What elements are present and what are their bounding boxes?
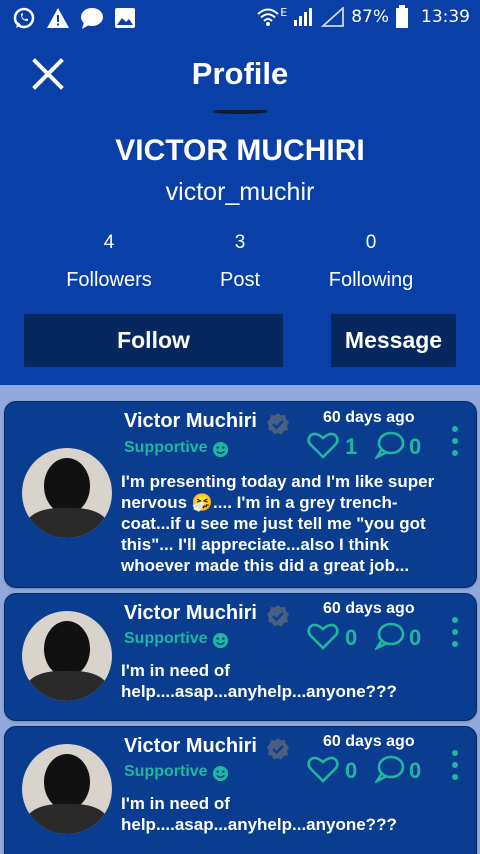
- comment-icon[interactable]: [375, 622, 405, 650]
- verified-badge-icon: [267, 605, 289, 627]
- post-text: I'm presenting today and I'm like super …: [121, 472, 435, 575]
- more-options-icon[interactable]: [451, 750, 459, 784]
- system-indicators: E 87% 13:39: [256, 5, 470, 29]
- posts-stat[interactable]: 3 Post: [170, 232, 310, 292]
- post-author[interactable]: Victor Muchiri: [124, 410, 257, 433]
- verified-badge-icon: [267, 738, 289, 760]
- post-tag: Supportive: [124, 439, 208, 456]
- profile-header: Profile VICTOR MUCHIRI victor_muchir 4 F…: [0, 36, 480, 385]
- posts-label: Post: [219, 269, 261, 291]
- smile-icon: [212, 765, 229, 782]
- comment-count: 0: [409, 434, 422, 459]
- avatar[interactable]: [22, 744, 112, 834]
- warning-icon: [47, 8, 69, 28]
- post-card[interactable]: Victor Muchiri Supportive 60 days ago 0 …: [4, 593, 477, 721]
- following-stat[interactable]: 0 Following: [301, 232, 441, 292]
- more-options-icon[interactable]: [451, 617, 459, 651]
- posts-count: 3: [234, 232, 246, 253]
- following-count: 0: [365, 232, 377, 253]
- chat-bubble-icon: [81, 8, 103, 29]
- comment-icon[interactable]: [375, 755, 405, 783]
- network-type: E: [280, 5, 288, 19]
- page-title: Profile: [191, 56, 289, 91]
- battery-icon: [396, 5, 408, 28]
- profile-name: VICTOR MUCHIRI: [115, 134, 365, 167]
- like-count: 0: [345, 758, 358, 783]
- post-text: I'm in need of help....asap...anyhelp...…: [121, 794, 397, 834]
- follow-button[interactable]: Follow: [24, 314, 283, 367]
- gallery-icon: [115, 8, 135, 28]
- avatar[interactable]: [22, 611, 112, 701]
- post-text: I'm in need of help....asap...anyhelp...…: [121, 661, 397, 701]
- followers-label: Followers: [66, 269, 152, 291]
- followers-count: 4: [103, 232, 115, 253]
- post-author[interactable]: Victor Muchiri: [124, 602, 257, 625]
- more-options-icon[interactable]: [451, 426, 459, 460]
- comment-count: 0: [409, 758, 422, 783]
- heart-icon[interactable]: [307, 622, 339, 650]
- post-time: 60 days ago: [323, 409, 415, 426]
- comment-count: 0: [409, 625, 422, 650]
- post-card[interactable]: Victor Muchiri Supportive 60 days ago 0 …: [4, 726, 477, 854]
- heart-icon[interactable]: [307, 755, 339, 783]
- smile-icon: [212, 632, 229, 649]
- avatar[interactable]: [22, 448, 112, 538]
- battery-percent: 87%: [351, 7, 389, 27]
- followers-stat[interactable]: 4 Followers: [39, 232, 179, 292]
- signal-empty-icon: [321, 7, 345, 27]
- post-tag: Supportive: [124, 630, 208, 647]
- verified-badge-icon: [267, 413, 289, 435]
- like-count: 0: [345, 625, 358, 650]
- post-author[interactable]: Victor Muchiri: [124, 735, 257, 758]
- post-time: 60 days ago: [323, 600, 415, 617]
- notification-icons: [12, 6, 136, 30]
- profile-username: victor_muchir: [165, 178, 315, 206]
- heart-icon[interactable]: [307, 431, 339, 459]
- comment-icon[interactable]: [375, 431, 405, 459]
- signal-icon: [294, 8, 313, 26]
- whatsapp-icon: [13, 7, 35, 29]
- like-count: 1: [345, 434, 358, 459]
- post-time: 60 days ago: [323, 733, 415, 750]
- smile-icon: [212, 441, 229, 458]
- clock: 13:39: [421, 7, 470, 27]
- message-button[interactable]: Message: [331, 314, 456, 367]
- post-card[interactable]: Victor Muchiri Supportive 60 days ago 1 …: [4, 401, 477, 588]
- title-underline: [213, 110, 267, 114]
- status-bar: E 87% 13:39: [0, 0, 480, 36]
- post-tag: Supportive: [124, 763, 208, 780]
- wifi-icon: [257, 8, 279, 26]
- following-label: Following: [328, 269, 414, 291]
